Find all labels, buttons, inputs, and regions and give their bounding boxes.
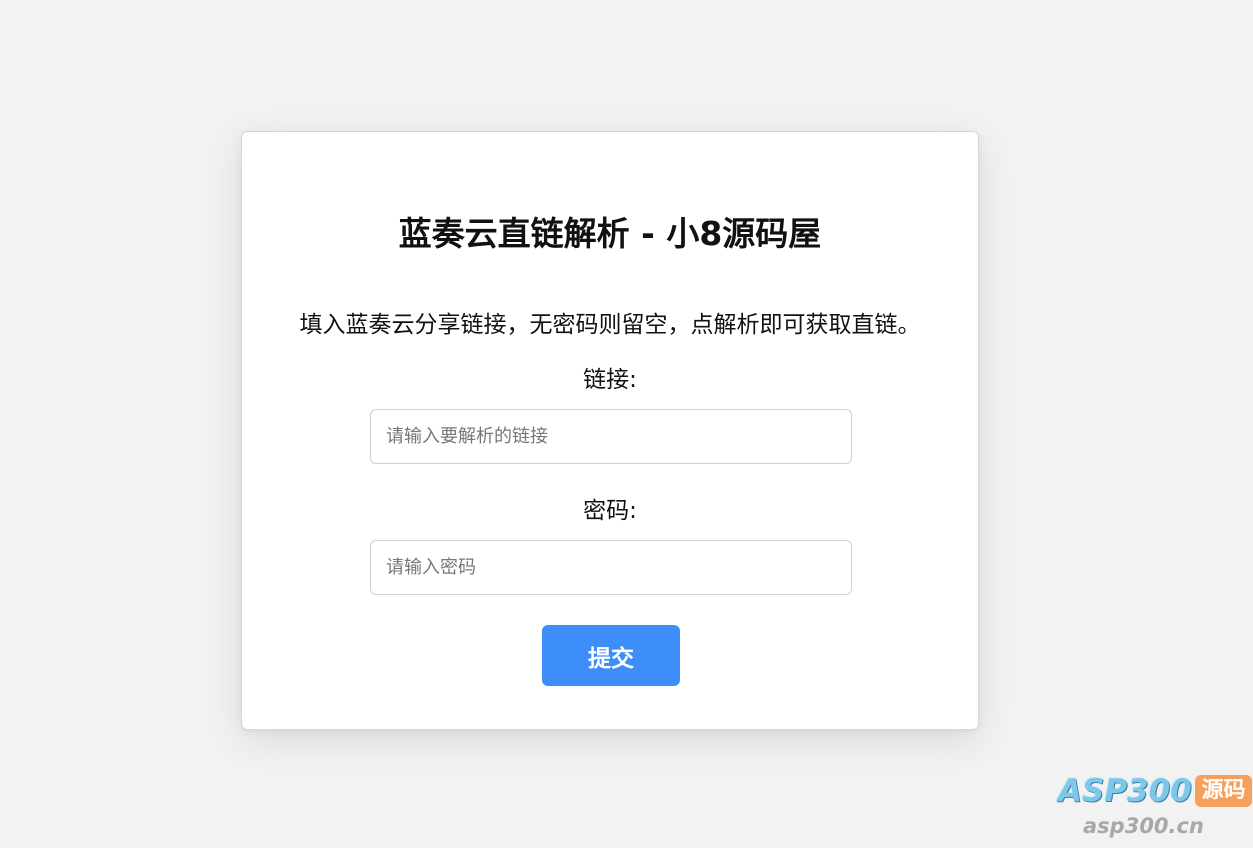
instructions-text: 填入蓝奏云分享链接，无密码则留空，点解析即可获取直链。 bbox=[299, 312, 921, 338]
parse-form-card: 蓝奏云直链解析 - 小8源码屋 填入蓝奏云分享链接，无密码则留空，点解析即可获取… bbox=[241, 131, 979, 730]
password-input[interactable] bbox=[370, 540, 852, 595]
link-input[interactable] bbox=[370, 409, 852, 464]
page-title: 蓝奏云直链解析 - 小8源码屋 bbox=[398, 214, 822, 253]
page: 蓝奏云直链解析 - 小8源码屋 填入蓝奏云分享链接，无密码则留空，点解析即可获取… bbox=[0, 0, 1253, 848]
link-label: 链接: bbox=[583, 367, 637, 393]
watermark-badge: 源码 bbox=[1195, 775, 1252, 807]
watermark-brand: ASP300 bbox=[1058, 773, 1192, 809]
watermark-url: asp300.cn bbox=[1083, 814, 1204, 838]
submit-button[interactable]: 提交 bbox=[542, 625, 680, 686]
watermark-logo: ASP300 源码 asp300.cn bbox=[1058, 772, 1253, 844]
password-label: 密码: bbox=[583, 498, 637, 524]
